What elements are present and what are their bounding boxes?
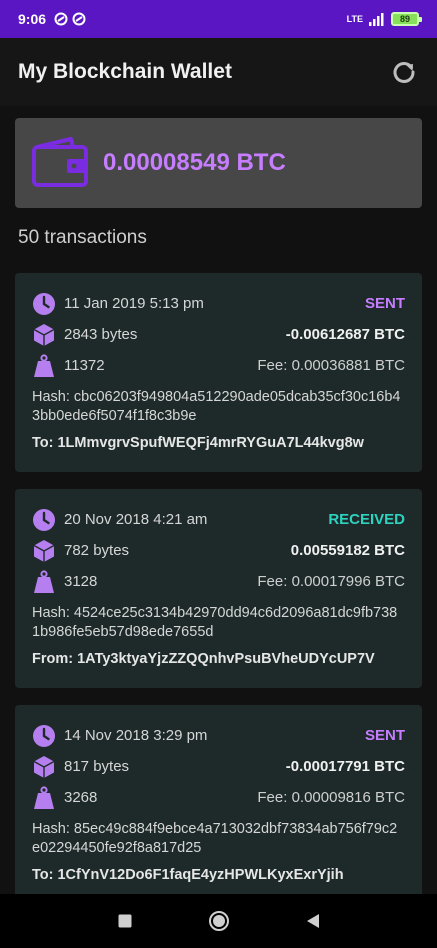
refresh-icon [393,62,415,83]
tx-address: To: 1LMmvgrvSpufWEQFj4mrRYGuA7L44kvg8w [32,435,364,451]
tx-address: From: 1ATy3ktyaYjzZZQQnhvPsuBVheUDYcUP7V [32,651,375,667]
transaction-card[interactable]: 14 Nov 2018 3:29 pm SENT 817 bytes -0.00… [15,705,422,894]
tx-size-row: 2843 bytes -0.00612687 BTC [32,319,405,350]
tx-weight-row: 11372 Fee: 0.00036881 BTC [32,350,405,381]
refresh-button[interactable] [389,57,419,87]
transaction-list-container[interactable]: 0.00008549 BTC 50 transactions 11 Jan 20… [0,106,437,894]
notification-icon [54,12,68,26]
tx-date: 20 Nov 2018 4:21 am [64,511,208,528]
wallet-balance: 0.00008549 BTC [103,149,286,176]
tx-size: 2843 bytes [64,326,138,343]
battery-icon: 89 [391,12,422,26]
cube-icon [33,539,55,562]
tx-weight: 11372 [64,357,105,374]
status-notification-icons [54,12,86,26]
tx-weight: 3128 [64,573,98,590]
cube-icon [33,755,55,778]
tx-hash: Hash: cbc06203f949804a512290ade05dcab35c… [32,389,401,424]
weight-icon [34,353,54,377]
clock-icon [33,724,55,747]
network-type: LTE [346,14,363,24]
tx-date-row: 14 Nov 2018 3:29 pm SENT [32,720,405,751]
recents-button[interactable] [113,909,137,933]
tx-hash: Hash: 85ec49c884f9ebce4a713032dbf73834ab… [32,821,398,856]
tx-weight-row: 3128 Fee: 0.00017996 BTC [32,566,405,597]
weight-icon [34,785,54,809]
tx-weight-row: 3268 Fee: 0.00009816 BTC [32,782,405,813]
tx-direction-badge: SENT [364,727,405,744]
app-title: My Blockchain Wallet [18,60,232,83]
cube-icon [33,323,55,346]
tx-direction-badge: SENT [364,295,405,312]
tx-amount: -0.00017791 BTC [285,758,405,775]
back-button[interactable] [301,909,325,933]
notification-icon [72,12,86,26]
clock-icon [33,508,55,531]
status-right: LTE 89 [346,12,422,26]
status-time: 9:06 [18,11,47,27]
tx-weight: 3268 [64,789,98,806]
tx-address: To: 1CfYnV12Do6F1faqE4yzHPWLKyxExrYjih [32,867,344,883]
weight-icon [34,569,54,593]
circle-icon [208,911,229,931]
tx-hash: Hash: 4524ce25c3134b42970dd94c6d2096a81d… [32,605,398,640]
tx-size-row: 782 bytes 0.00559182 BTC [32,535,405,566]
clock-icon [33,292,55,315]
tx-date-row: 11 Jan 2019 5:13 pm SENT [32,288,405,319]
tx-date-row: 20 Nov 2018 4:21 am RECEIVED [32,504,405,535]
tx-date: 14 Nov 2018 3:29 pm [64,727,208,744]
app-bar: My Blockchain Wallet [0,38,437,106]
transaction-card[interactable]: 11 Jan 2019 5:13 pm SENT 2843 bytes -0.0… [15,273,422,472]
tx-direction-badge: RECEIVED [328,511,405,528]
home-button[interactable] [207,909,231,933]
signal-icon [369,12,384,26]
tx-fee: Fee: 0.00036881 BTC [257,357,405,374]
transactions-count: 50 transactions [18,227,147,248]
tx-fee: Fee: 0.00009816 BTC [257,789,405,806]
square-icon [118,914,131,928]
system-navigation-bar [0,894,437,948]
tx-size: 782 bytes [64,542,130,559]
tx-date: 11 Jan 2019 5:13 pm [64,295,204,312]
tx-fee: Fee: 0.00017996 BTC [257,573,405,590]
triangle-back-icon [306,914,319,928]
tx-size: 817 bytes [64,758,130,775]
tx-size-row: 817 bytes -0.00017791 BTC [32,751,405,782]
wallet-icon [32,137,88,187]
status-bar: 9:06 LTE 89 [0,0,437,38]
tx-amount: -0.00612687 BTC [285,326,405,343]
tx-amount: 0.00559182 BTC [290,542,405,559]
transaction-card[interactable]: 20 Nov 2018 4:21 am RECEIVED 782 bytes 0… [15,489,422,688]
balance-card: 0.00008549 BTC [15,118,422,208]
